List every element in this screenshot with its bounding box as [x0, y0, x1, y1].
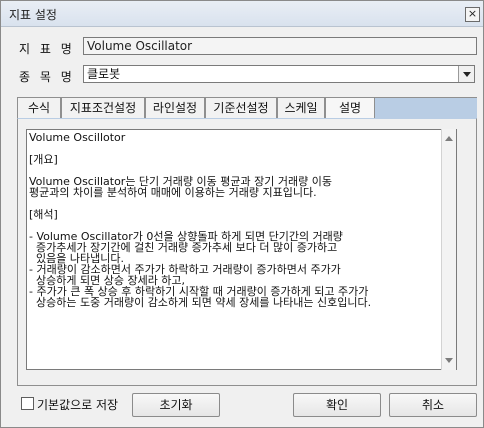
tab-baseline-settings[interactable]: 기준선설정 — [205, 97, 277, 119]
tab-indicator-conditions[interactable]: 지표조건설정 — [61, 97, 145, 119]
item-name-value: 클로봇 — [87, 67, 121, 81]
tab-description[interactable]: 설명 — [325, 97, 375, 119]
item-name-label: 종 목 명 — [19, 70, 75, 84]
description-textarea[interactable]: Volume Oscillotor [개요] Volume Oscillator… — [26, 129, 457, 370]
vertical-scrollbar[interactable] — [441, 129, 456, 370]
scroll-down-icon[interactable] — [445, 358, 453, 363]
tab-formula[interactable]: 수식 — [17, 97, 61, 119]
cancel-button[interactable]: 취소 — [389, 393, 477, 417]
save-default-label: 기본값으로 저장 — [37, 398, 119, 412]
indicator-name-label: 지 표 명 — [19, 42, 75, 56]
tab-line-settings[interactable]: 라인설정 — [145, 97, 205, 119]
close-button[interactable]: × — [465, 7, 480, 22]
title-bar: 지표 설정 × — [1, 1, 483, 27]
scroll-up-icon[interactable] — [445, 136, 453, 141]
reset-button[interactable]: 초기화 — [132, 393, 220, 417]
item-name-select[interactable]: 클로봇 — [83, 65, 475, 83]
indicator-name-field: Volume Oscillator — [83, 37, 477, 55]
save-default-checkbox[interactable] — [21, 397, 34, 410]
description-text: Volume Oscillotor [개요] Volume Oscillator… — [29, 131, 372, 309]
ok-button[interactable]: 확인 — [293, 393, 381, 417]
tab-scale[interactable]: 스케일 — [277, 97, 325, 119]
window-title: 지표 설정 — [9, 8, 57, 22]
chevron-down-icon[interactable] — [458, 66, 474, 82]
indicator-settings-dialog: 지표 설정 × 지 표 명 Volume Oscillator 종 목 명 클로… — [0, 0, 484, 428]
